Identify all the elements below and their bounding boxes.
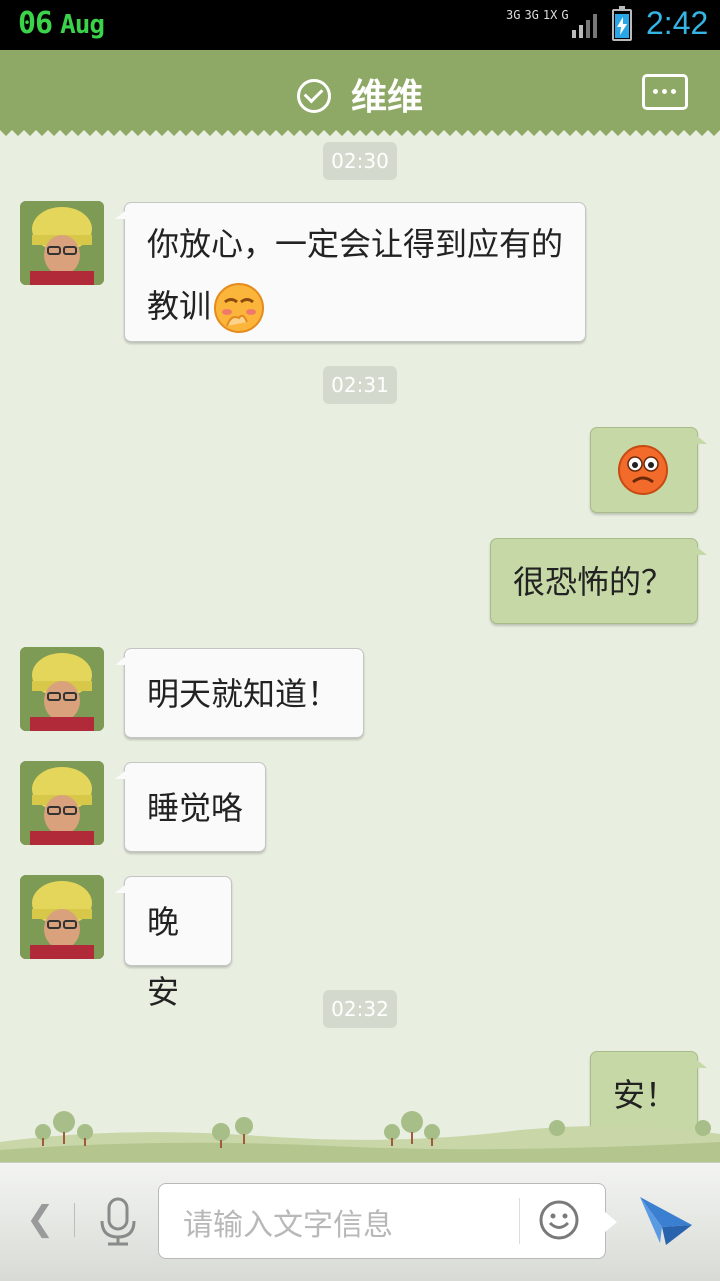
contact-avatar[interactable] [20,761,104,845]
chat-title: 维维 [350,77,423,118]
status-day: 06 [18,6,53,41]
outgoing-message[interactable] [590,427,707,513]
incoming-message[interactable]: 晚安 [115,876,232,1011]
network-1x-label: 1X [542,8,558,22]
status-bar: 06 Aug 3G 3G 1X G 2:42 [0,0,720,50]
toolbar-divider [74,1203,75,1237]
incoming-message[interactable]: 睡觉咯 [115,762,266,852]
message-timestamp: 02:32 [323,990,397,1028]
contact-avatar[interactable] [20,647,104,731]
battery-icon [612,6,632,41]
contact-avatar[interactable] [20,875,104,959]
message-text: 明天就知道！ [147,675,340,713]
check-circle-icon [296,79,331,113]
message-text: 晚安 [147,903,180,1011]
smiley-icon[interactable] [537,1198,581,1242]
network-indicators: 3G 3G 1X G [506,8,573,22]
network-g-label: G [561,8,569,22]
message-text: 很恐怖的？ [513,563,674,601]
status-date: 06 Aug [18,6,105,41]
scared-face-emoji-icon [618,445,668,495]
smirk-emoji-icon [214,283,265,333]
hills-scenery-decoration [0,1111,720,1162]
incoming-message[interactable]: 你放心，一定会让得到应有的教训 [115,202,586,342]
header-zigzag-edge [0,130,720,136]
dot-icon [653,89,658,94]
dot-icon [662,89,667,94]
message-text: 睡觉咯 [147,789,244,827]
chevron-left-icon[interactable]: ❮ [26,1199,55,1239]
avatar-image [20,761,104,845]
contact-avatar[interactable] [20,201,104,285]
network-3g-label-2: 3G [524,8,539,22]
dot-icon [671,89,676,94]
status-time: 2:42 [646,5,709,41]
chat-title-group: 维维 [0,68,720,120]
message-input[interactable]: 请输入文字信息 [158,1183,617,1259]
signal-icon [572,14,597,38]
avatar-image [20,201,104,285]
message-input-bar: ❮ 请输入文字信息 [0,1162,720,1281]
status-month: Aug [60,10,105,40]
incoming-message[interactable]: 明天就知道！ [115,648,364,738]
paper-plane-icon[interactable] [636,1193,696,1249]
outgoing-message[interactable]: 很恐怖的？ [490,538,707,624]
message-text: 你放心，一定会让得到应有的教训 [147,225,564,325]
avatar-image [20,647,104,731]
more-options-button[interactable] [642,74,688,110]
message-input-placeholder: 请输入文字信息 [183,1208,393,1243]
chat-header: 维维 [0,50,720,136]
network-3g-label: 3G [506,8,521,22]
message-timestamp: 02:31 [323,366,397,404]
microphone-icon[interactable] [98,1197,138,1247]
message-timestamp: 02:30 [323,142,397,180]
avatar-image [20,875,104,959]
input-divider [519,1198,520,1244]
